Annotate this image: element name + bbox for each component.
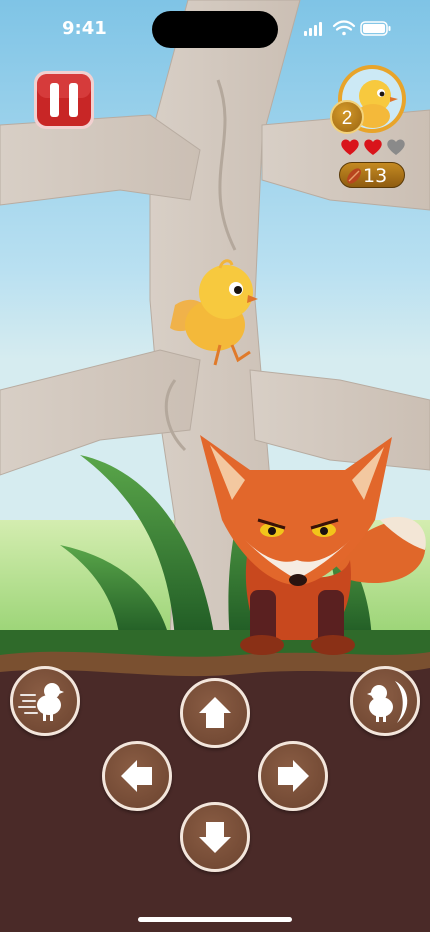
seed-count: 13 [363,165,388,187]
status-icons [304,20,391,36]
move-up-button[interactable] [180,678,250,748]
heart-icon-2 [364,139,382,155]
dynamic-island [152,11,278,48]
move-down-button[interactable] [180,802,250,872]
dash-chick-icon [18,683,64,721]
level-badge: 2 [330,100,364,134]
lives-hearts [340,138,410,158]
arrow-up-icon [199,697,231,728]
move-right-button[interactable] [258,741,328,811]
seed-counter: 13 [339,162,405,188]
home-indicator[interactable] [138,917,292,922]
wifi-icon [332,20,356,36]
heart-icon-3 [387,139,405,155]
arrow-down-icon [199,822,231,853]
pause-button[interactable] [33,70,95,130]
arrow-right-icon [278,760,309,792]
fly-button[interactable] [350,666,420,736]
battery-icon [360,21,391,36]
arrow-left-icon [121,760,152,792]
move-left-button[interactable] [102,741,172,811]
seed-icon [347,168,361,184]
signal-icon [304,22,322,36]
status-time: 9:41 [62,18,107,39]
wing-chick-icon [367,681,408,723]
status-bar: 9:41 [0,0,430,56]
heart-icon-1 [341,139,359,155]
dash-button[interactable] [10,666,80,736]
